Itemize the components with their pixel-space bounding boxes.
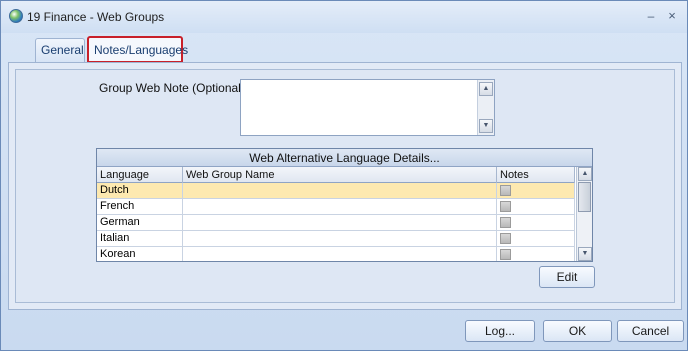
scroll-up-icon[interactable]: ▲ <box>578 167 592 181</box>
scroll-thumb[interactable] <box>578 182 591 212</box>
language-details-grid: Web Alternative Language Details... Lang… <box>96 148 593 262</box>
cancel-button[interactable]: Cancel <box>617 320 684 342</box>
tab-notes-languages[interactable]: Notes/Languages <box>87 36 188 63</box>
column-header-language[interactable]: Language <box>97 167 183 183</box>
notes-cell <box>497 215 575 230</box>
web-group-name-cell[interactable] <box>183 183 497 198</box>
language-cell: Korean <box>97 247 183 261</box>
group-web-note-label: Group Web Note (Optional) <box>99 81 245 95</box>
tab-general[interactable]: General <box>35 38 85 62</box>
notes-checkbox[interactable] <box>500 201 511 212</box>
table-row[interactable]: Korean <box>97 247 575 261</box>
column-header-notes[interactable]: Notes <box>497 167 575 183</box>
language-cell: Dutch <box>97 183 183 198</box>
language-cell: French <box>97 199 183 214</box>
minimize-icon[interactable]: – <box>643 8 659 24</box>
window-title: 19 Finance - Web Groups <box>27 10 165 24</box>
close-icon[interactable]: × <box>664 8 680 24</box>
notes-checkbox[interactable] <box>500 233 511 244</box>
app-globe-icon <box>9 9 23 23</box>
web-group-name-cell[interactable] <box>183 247 497 261</box>
notes-cell <box>497 231 575 246</box>
notes-cell <box>497 247 575 261</box>
ok-button[interactable]: OK <box>543 320 612 342</box>
note-scrollbar[interactable]: ▲ ▼ <box>477 80 494 135</box>
edit-button[interactable]: Edit <box>539 266 595 288</box>
language-cell: Italian <box>97 231 183 246</box>
web-group-name-cell[interactable] <box>183 199 497 214</box>
grid-scrollbar[interactable]: ▲ ▼ <box>576 167 592 261</box>
notes-checkbox[interactable] <box>500 217 511 228</box>
grid-caption: Web Alternative Language Details... <box>97 149 592 167</box>
column-header-web-group-name[interactable]: Web Group Name <box>183 167 497 183</box>
scroll-down-icon[interactable]: ▼ <box>479 119 493 133</box>
finance-web-groups-window: 19 Finance - Web Groups – × General Note… <box>0 0 688 351</box>
table-row[interactable]: German <box>97 215 575 231</box>
web-group-name-cell[interactable] <box>183 231 497 246</box>
table-row[interactable]: Dutch <box>97 183 575 199</box>
group-web-note-field[interactable]: ▲ ▼ <box>240 79 495 136</box>
notes-checkbox[interactable] <box>500 249 511 260</box>
scroll-up-icon[interactable]: ▲ <box>479 82 493 96</box>
notes-checkbox[interactable] <box>500 185 511 196</box>
table-row[interactable]: Italian <box>97 231 575 247</box>
log-button[interactable]: Log... <box>465 320 535 342</box>
scroll-down-icon[interactable]: ▼ <box>578 247 592 261</box>
notes-cell <box>497 183 575 198</box>
web-group-name-cell[interactable] <box>183 215 497 230</box>
language-cell: German <box>97 215 183 230</box>
title-bar: 19 Finance - Web Groups – × <box>1 1 687 33</box>
grid-header: Language Web Group Name Notes <box>97 167 575 183</box>
notes-cell <box>497 199 575 214</box>
table-row[interactable]: French <box>97 199 575 215</box>
